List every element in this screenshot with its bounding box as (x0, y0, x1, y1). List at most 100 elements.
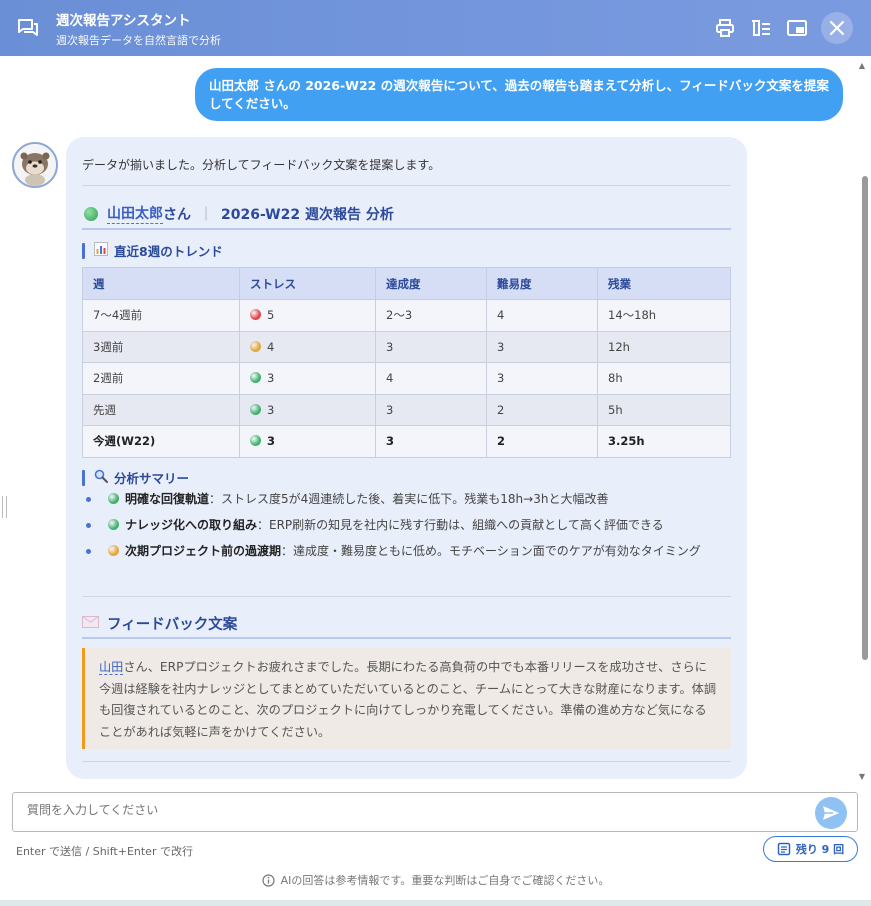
divider (82, 596, 731, 597)
divider (82, 185, 731, 186)
stress-cell: 4 (239, 330, 376, 363)
table-row: 2週前 3 4 3 8h (82, 362, 731, 395)
section-accent-bar (82, 242, 85, 259)
print-button[interactable] (711, 12, 739, 44)
user-message: 山田太郎 さんの 2026-W22 の週次報告について、過去の報告も踏まえて分析… (195, 68, 843, 121)
stress-cell-value: 3 (267, 371, 275, 386)
heading-underline (82, 228, 731, 230)
difficulty-cell: 3 (486, 362, 598, 395)
send-button[interactable] (815, 797, 847, 829)
resize-handle[interactable] (2, 496, 7, 518)
overtime-cell: 3.25h (597, 425, 731, 458)
picture-in-picture-button[interactable] (783, 12, 811, 44)
stress-cell-value: 5 (267, 308, 275, 323)
summary-item-label: ナレッジ化への取り組み (125, 518, 258, 532)
assistant-message: データが揃いました。分析してフィードバック文案を提案します。 山田太郎 さん ｜… (66, 137, 747, 779)
heading-week-label: 2026-W22 週次報告 分析 (221, 206, 394, 223)
summary-item-label: 明確な回復軌道 (125, 492, 210, 506)
question-input[interactable] (27, 803, 787, 817)
stress-cell-value: 4 (267, 339, 275, 354)
difficulty-cell: 3 (486, 330, 598, 363)
stress-cell: 3 (239, 362, 376, 395)
overtime-cell-value: 3.25h (608, 434, 645, 449)
difficulty-cell-value: 2 (497, 434, 506, 449)
table-header-row: 週 ストレス 達成度 難易度 残業 (82, 267, 731, 300)
week-cell-value: 先週 (93, 402, 116, 417)
summary-item-text: ：ストレス度5が4週連続した後、着実に低下。残業も18h→3hと大幅改善 (209, 492, 609, 506)
table-row: 今週(W22) 3 3 2 3.25h (82, 425, 731, 458)
overtime-cell: 8h (597, 362, 731, 395)
chat-scroll-area[interactable]: 山田太郎 さんの 2026-W22 の週次報告について、過去の報告も踏まえて分析… (0, 56, 871, 784)
employee-name-link[interactable]: 山田太郎 (107, 203, 163, 224)
bar-chart-icon (94, 242, 108, 259)
app-header: 週次報告アシスタント 週次報告データを自然言語で分析 (0, 0, 871, 56)
achievement-cell-value: 3 (386, 339, 394, 354)
status-green-icon (84, 206, 98, 221)
difficulty-cell-value: 4 (497, 308, 505, 323)
column-header-overtime: 残業 (597, 267, 731, 300)
week-cell: 今週(W22) (82, 425, 240, 458)
analysis-heading: 山田太郎 さん ｜ 2026-W22 週次報告 分析 (84, 203, 394, 224)
app-title: 週次報告アシスタント (56, 12, 191, 29)
remaining-count-label: 残り 9 回 (795, 843, 845, 856)
section-accent-bar (82, 469, 85, 486)
summary-item-text: ：ERP刷新の知見を社内に残す行動は、組織への貢献として高く評価できる (257, 518, 664, 532)
table-row: 7〜4週前 5 2〜3 4 14〜18h (82, 299, 731, 332)
info-icon (262, 873, 275, 887)
question-input-box[interactable] (12, 792, 858, 832)
stress-cell-value: 3 (267, 402, 275, 417)
week-cell: 先週 (82, 393, 240, 426)
summary-item: 明確な回復軌道：ストレス度5が4週連続した後、着実に低下。残業も18h→3hと大… (86, 489, 731, 510)
list-bullet (86, 523, 91, 528)
week-cell-value: 7〜4週前 (93, 308, 143, 323)
stress-level-dot-icon (250, 340, 261, 352)
chat-icon (0, 0, 56, 56)
week-cell-value: 今週(W22) (93, 434, 156, 449)
stress-level-dot-icon (250, 309, 261, 321)
overtime-cell: 14〜18h (597, 299, 731, 332)
achievement-cell-value: 3 (386, 402, 394, 417)
summary-item: ナレッジ化への取り組み：ERP刷新の知見を社内に残す行動は、組織への貢献として高… (86, 515, 731, 536)
close-button[interactable] (821, 12, 853, 44)
name-suffix: さん (163, 206, 191, 223)
picture-in-picture-icon (787, 20, 807, 36)
summary-section-title: 分析サマリー (82, 468, 189, 487)
magnifier-icon (94, 469, 108, 486)
summary-list: 明確な回復軌道：ストレス度5が4週連続した後、着実に低下。残業も18h→3hと大… (86, 489, 731, 567)
stress-cell: 5 (239, 299, 376, 332)
difficulty-cell-value: 3 (497, 339, 505, 354)
trend-section-title: 直近8週のトレンド (82, 241, 223, 260)
achievement-cell-value: 4 (386, 371, 394, 386)
scroll-up-arrow-icon[interactable]: ▲ (859, 61, 865, 70)
week-cell: 7〜4週前 (82, 299, 240, 332)
chat-scrollbar[interactable]: ▲ ▼ (859, 58, 869, 781)
difficulty-cell: 2 (486, 393, 598, 426)
document-icon (777, 842, 791, 856)
disclaimer-text: AIの回答は参考情報です。重要な判断はご自身でご確認ください。 (280, 874, 610, 887)
clear-history-button[interactable] (747, 12, 775, 44)
status-dot-icon (108, 545, 119, 556)
achievement-cell: 3 (375, 330, 487, 363)
keyboard-hint: Enter で送信 / Shift+Enter で改行 (16, 845, 193, 858)
stress-cell-value: 3 (267, 434, 276, 449)
scroll-down-arrow-icon[interactable]: ▼ (859, 772, 865, 781)
overtime-cell-value: 8h (608, 371, 623, 386)
scrollbar-thumb[interactable] (862, 176, 868, 660)
achievement-cell-value: 3 (386, 434, 395, 449)
week-cell-value: 2週前 (93, 371, 124, 386)
stress-level-dot-icon (250, 435, 261, 447)
stress-cell: 3 (239, 425, 376, 458)
status-dot-icon (108, 519, 119, 530)
achievement-cell: 3 (375, 425, 487, 458)
achievement-cell: 3 (375, 393, 487, 426)
stress-level-dot-icon (250, 372, 261, 384)
column-header-difficulty: 難易度 (486, 267, 598, 300)
achievement-cell: 2〜3 (375, 299, 487, 332)
remaining-count-button[interactable]: 残り 9 回 (763, 836, 858, 862)
overtime-cell-value: 14〜18h (608, 308, 657, 323)
list-bullet (86, 497, 91, 502)
summary-item-label: 次期プロジェクト前の過渡期 (125, 544, 282, 558)
achievement-cell-value: 2〜3 (386, 308, 413, 323)
difficulty-cell-value: 3 (497, 371, 505, 386)
feedback-name-link[interactable]: 山田 (99, 660, 124, 675)
